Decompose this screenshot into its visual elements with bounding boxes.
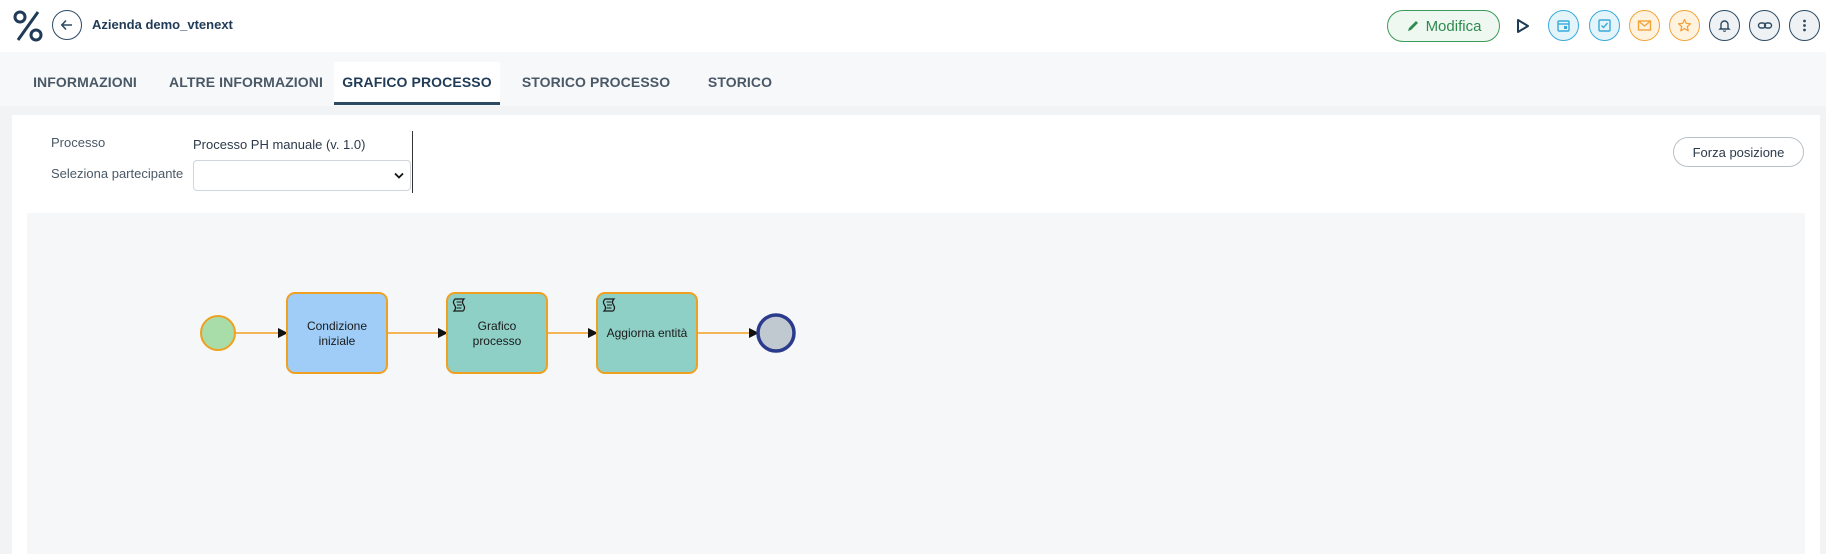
play-icon[interactable] [1515, 15, 1531, 37]
participant-label: Seleziona partecipante [51, 166, 184, 181]
back-button[interactable] [52, 10, 82, 40]
start-event[interactable] [200, 315, 236, 351]
task-label-line: Grafico [478, 319, 517, 333]
script-task-grafico-processo[interactable]: Grafico processo [446, 292, 548, 374]
link-button[interactable] [1749, 10, 1780, 41]
app-header: Azienda demo_vtenext Modifica [0, 0, 1826, 52]
process-diagram: Condizione iniziale Grafico processo Agg… [200, 292, 796, 374]
participant-select[interactable] [193, 160, 411, 191]
process-diagram-canvas: Condizione iniziale Grafico processo Agg… [27, 213, 1805, 554]
calendar-icon [1557, 20, 1570, 32]
more-vertical-icon [1803, 19, 1806, 32]
task-label-line: Aggiorna entità [607, 326, 688, 340]
tab-altre-informazioni[interactable]: ALTRE INFORMAZIONI [158, 62, 334, 104]
force-position-button[interactable]: Forza posizione [1673, 137, 1804, 167]
task-label-line: Condizione [307, 319, 367, 333]
edit-button-label: Modifica [1425, 17, 1482, 35]
tab-storico[interactable]: STORICO [692, 62, 788, 104]
task-condizione-iniziale[interactable]: Condizione iniziale [286, 292, 388, 374]
tab-informazioni[interactable]: INFORMAZIONI [12, 62, 158, 104]
mail-icon [1637, 20, 1652, 31]
app-logo-icon[interactable] [12, 8, 44, 44]
chevron-down-icon [394, 172, 404, 179]
script-task-aggiorna-entita[interactable]: Aggiorna entità [596, 292, 698, 374]
pencil-icon [1407, 21, 1418, 31]
arrow-left-icon [60, 19, 72, 31]
tab-grafico-processo[interactable]: GRAFICO PROCESSO [334, 62, 500, 105]
divider-line [412, 131, 413, 193]
tab-storico-processo[interactable]: STORICO PROCESSO [500, 62, 692, 104]
task-check-icon [1598, 19, 1611, 32]
star-icon [1677, 18, 1692, 32]
end-event[interactable] [756, 313, 796, 353]
edit-button[interactable]: Modifica [1387, 10, 1500, 42]
process-value: Processo PH manuale (v. 1.0) [193, 137, 366, 152]
more-button[interactable] [1789, 10, 1820, 41]
notifications-button[interactable] [1709, 10, 1740, 41]
task-label-line: iniziale [319, 334, 356, 348]
task-button[interactable] [1589, 10, 1620, 41]
task-label-line: processo [473, 334, 522, 348]
mail-button[interactable] [1629, 10, 1660, 41]
tab-bar: INFORMAZIONI ALTRE INFORMAZIONI GRAFICO … [12, 62, 1820, 107]
record-title: Azienda demo_vtenext [92, 17, 233, 32]
process-label: Processo [51, 135, 106, 150]
link-icon [1757, 22, 1772, 29]
bell-icon [1718, 20, 1731, 32]
favorite-button[interactable] [1669, 10, 1700, 41]
calendar-button[interactable] [1548, 10, 1579, 41]
